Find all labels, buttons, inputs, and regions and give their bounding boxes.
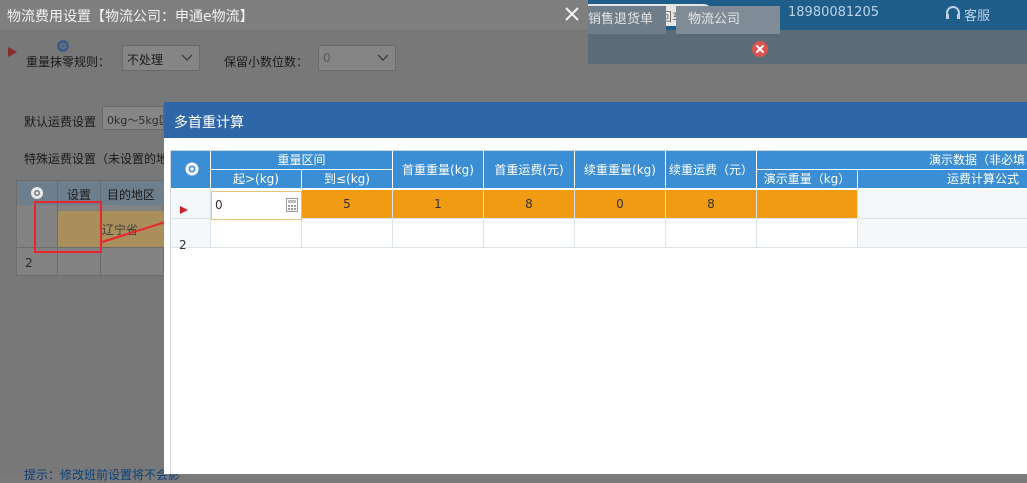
tab-logistics-company[interactable]: 物流公司 bbox=[676, 6, 780, 34]
workspace-background bbox=[588, 64, 1027, 104]
decimal-places-select[interactable]: 0 bbox=[318, 45, 396, 71]
modal-title: 多首重计算 bbox=[174, 115, 244, 131]
rounding-rule-value: 不处理 bbox=[127, 53, 164, 67]
dialog-header: 物流费用设置【物流公司：申通e物流】 bbox=[0, 0, 588, 30]
support-link[interactable]: 客服 bbox=[964, 5, 990, 24]
extra-fee-cell[interactable] bbox=[666, 219, 757, 248]
to-weight-cell[interactable] bbox=[302, 219, 393, 248]
multi-first-weight-modal: 多首重计算 重量区间 起>(kg) 到≤(kg) 首重重量(kg) 首重运费(元… bbox=[164, 102, 1027, 474]
weight-range-header: 重量区间 bbox=[211, 151, 393, 170]
first-fee-cell[interactable]: 8 bbox=[484, 190, 575, 219]
default-fee-label: 默认运费设置 bbox=[24, 115, 97, 129]
first-weight-header: 首重重量(kg) bbox=[393, 151, 484, 189]
first-fee-header: 首重运费(元) bbox=[484, 151, 575, 189]
formula-cell bbox=[858, 190, 1027, 219]
to-weight-cell[interactable]: 5 bbox=[302, 190, 393, 219]
default-fee-input[interactable]: 0kg～5kg区间 bbox=[102, 106, 164, 130]
first-fee-cell[interactable] bbox=[484, 219, 575, 248]
first-weight-cell[interactable]: 1 bbox=[393, 190, 484, 219]
row-indicator-cell bbox=[171, 190, 211, 219]
demo-weight-cell[interactable] bbox=[757, 219, 858, 248]
from-weight-cell[interactable] bbox=[211, 219, 302, 248]
extra-weight-header: 续重重量(kg) bbox=[575, 151, 666, 189]
formula-cell bbox=[858, 219, 1027, 248]
from-weight-editor[interactable]: 0 bbox=[211, 191, 302, 220]
current-row-marker bbox=[8, 47, 17, 57]
chevron-down-icon bbox=[377, 54, 389, 61]
extra-weight-cell[interactable]: 0 bbox=[575, 190, 666, 219]
tab-bar bbox=[588, 30, 1027, 64]
close-icon[interactable] bbox=[563, 5, 581, 23]
demo-weight-header: 演示重量（kg） bbox=[757, 170, 858, 189]
annotation-highlight-box bbox=[34, 201, 102, 253]
first-weight-cell[interactable] bbox=[393, 219, 484, 248]
row-indicator-cell bbox=[171, 219, 211, 248]
phone-number: 18980081205 bbox=[788, 5, 879, 20]
gear-icon[interactable] bbox=[55, 38, 71, 54]
row-number: 2 bbox=[25, 256, 33, 270]
hint-text: 提示：修改班前设置将不会影 bbox=[24, 468, 181, 482]
row-number: 2 bbox=[179, 238, 187, 252]
extra-weight-cell[interactable] bbox=[575, 219, 666, 248]
from-weight-value: 0 bbox=[215, 198, 223, 212]
grid-settings-header[interactable] bbox=[171, 151, 211, 189]
to-weight-header: 到≤(kg) bbox=[302, 170, 393, 189]
close-icon[interactable] bbox=[751, 40, 769, 58]
decimal-places-value: 0 bbox=[323, 51, 331, 65]
calculator-icon[interactable] bbox=[286, 198, 298, 212]
row-region-cell[interactable]: 辽宁省 bbox=[100, 211, 164, 247]
demo-data-header: 演示数据（非必填 bbox=[757, 151, 1027, 170]
headset-icon[interactable] bbox=[945, 5, 961, 21]
gear-icon[interactable] bbox=[183, 160, 201, 178]
from-weight-header: 起>(kg) bbox=[211, 170, 302, 189]
dialog-title: 物流费用设置【物流公司：申通e物流】 bbox=[7, 9, 254, 25]
rounding-rule-select[interactable]: 不处理 bbox=[122, 45, 200, 71]
weight-fee-grid: 重量区间 起>(kg) 到≤(kg) 首重重量(kg) 首重运费(元) 续重重量… bbox=[170, 150, 1027, 474]
formula-header: 运费计算公式 bbox=[858, 170, 1027, 189]
decimal-places-label: 保留小数位数： bbox=[224, 55, 309, 69]
current-row-marker bbox=[180, 206, 188, 214]
special-fee-label: 特殊运费设置（未设置的地 bbox=[24, 152, 164, 166]
tab-sales-return[interactable]: 销售退货单 bbox=[576, 6, 666, 34]
modal-header: 多首重计算 bbox=[164, 102, 1027, 138]
extra-fee-header: 续重运费（元） bbox=[666, 151, 757, 189]
demo-weight-cell[interactable] bbox=[757, 190, 858, 219]
column-region-header: 目的地区 bbox=[107, 188, 156, 202]
gear-icon[interactable] bbox=[29, 185, 45, 201]
extra-fee-cell[interactable]: 8 bbox=[666, 190, 757, 219]
chevron-down-icon bbox=[181, 54, 193, 61]
rounding-rule-label: 重量抹零规则： bbox=[26, 55, 111, 69]
